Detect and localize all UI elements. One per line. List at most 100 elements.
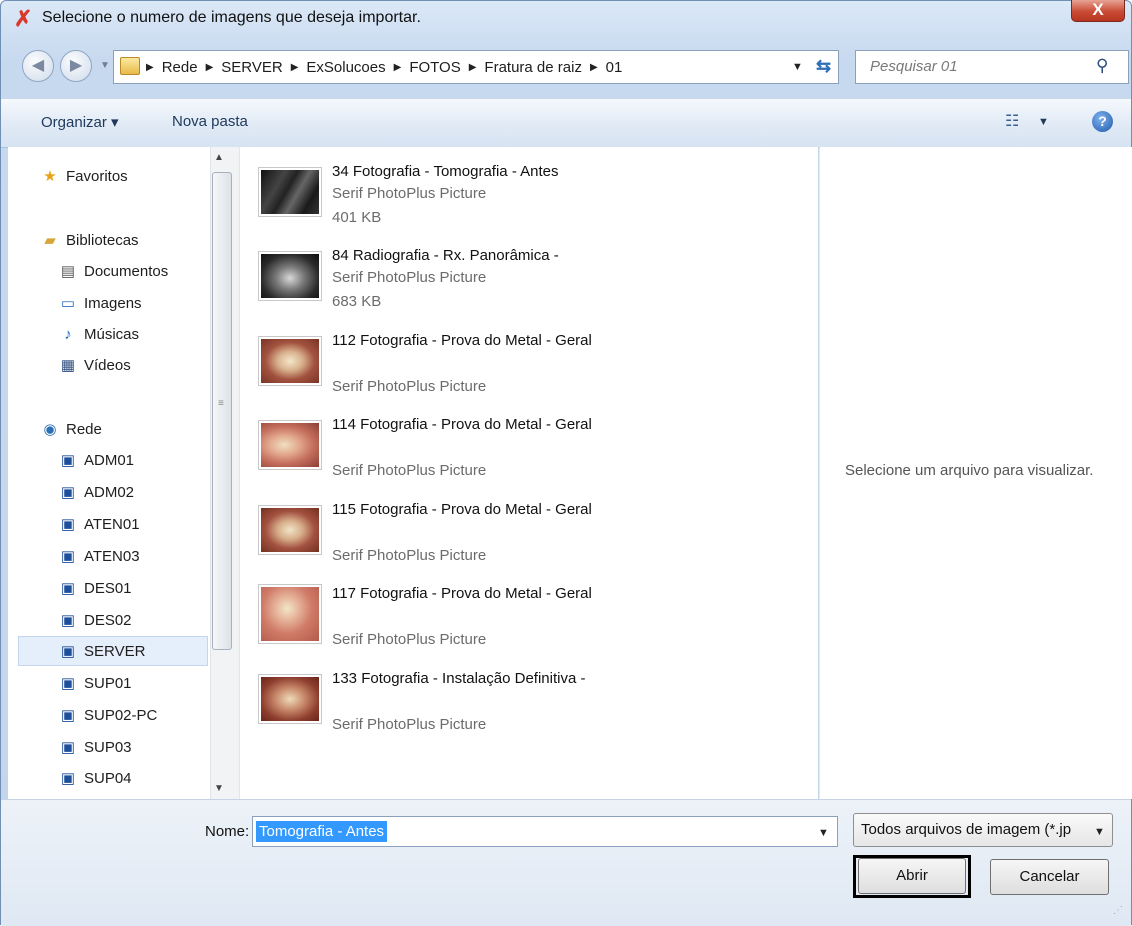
organize-button[interactable]: Organizar ▾ <box>41 113 119 131</box>
breadcrumb-item[interactable]: SERVER <box>221 59 282 76</box>
list-item[interactable]: 133 Fotografia - Instalação Definitiva -… <box>258 669 798 739</box>
file-type-dropdown-icon[interactable]: ▼ <box>1094 826 1105 838</box>
app-icon: ✗ <box>14 6 33 31</box>
sidebar-item-adm02[interactable]: ▣ ADM02 <box>58 478 134 508</box>
sidebar-item-server[interactable]: ▣ SERVER <box>18 636 208 666</box>
computer-icon: ▣ <box>60 770 76 787</box>
breadcrumb-item[interactable]: ExSolucoes <box>306 59 385 76</box>
file-name-label: Nome: <box>205 823 250 840</box>
file-name: 115 Fotografia - Prova do Metal - Geral <box>332 501 592 518</box>
window-title: Selecione o numero de imagens que deseja… <box>42 9 421 26</box>
sidebar-scrollbar-thumb[interactable] <box>212 172 232 650</box>
sidebar-item-label: Imagens <box>84 295 142 312</box>
computer-icon: ▣ <box>60 612 76 629</box>
list-item[interactable]: 112 Fotografia - Prova do Metal - Geral … <box>258 331 798 401</box>
sidebar-item-aten01[interactable]: ▣ ATEN01 <box>58 510 140 540</box>
breadcrumb-separator-icon[interactable]: ▶ <box>469 62 477 73</box>
forward-button[interactable]: ▶ <box>60 50 92 82</box>
search-placeholder[interactable]: Pesquisar 01 <box>870 58 958 75</box>
list-item[interactable]: 117 Fotografia - Prova do Metal - Geral … <box>258 584 798 654</box>
scroll-up-icon[interactable]: ▲ <box>214 152 224 163</box>
sidebar-item-images[interactable]: ▭ Imagens <box>58 289 142 319</box>
sidebar-item-label: SUP02-PC <box>84 707 158 724</box>
sidebar-item-label: DES02 <box>84 612 132 629</box>
close-button[interactable]: X <box>1071 0 1125 22</box>
address-dropdown-icon[interactable]: ▼ <box>792 61 803 73</box>
network-icon: ◉ <box>43 421 57 438</box>
file-type: Serif PhotoPlus Picture <box>332 185 487 202</box>
breadcrumb-separator-icon[interactable]: ▶ <box>206 62 214 73</box>
file-size: 683 KB <box>332 293 382 310</box>
file-name-value[interactable]: Tomografia - Antes <box>256 821 388 842</box>
recent-locations-dropdown[interactable]: ▼ <box>100 60 110 71</box>
file-thumbnail <box>258 336 322 386</box>
open-button[interactable]: Abrir <box>858 858 966 894</box>
scroll-down-icon[interactable]: ▼ <box>214 783 224 794</box>
sidebar-item-network[interactable]: ◉ Rede <box>40 415 102 445</box>
sidebar-item-des01[interactable]: ▣ DES01 <box>58 574 132 604</box>
scrollbar-grip-icon: ≡ <box>218 398 224 409</box>
sidebar-item-label: SERVER <box>84 643 146 660</box>
computer-icon: ▣ <box>60 452 76 469</box>
breadcrumb-item[interactable]: FOTOS <box>409 59 460 76</box>
new-folder-button[interactable]: Nova pasta <box>172 113 248 130</box>
sidebar-item-sup02-pc[interactable]: ▣ SUP02-PC <box>58 701 157 731</box>
library-icon: ▰ <box>44 232 56 249</box>
sidebar-item-label: Músicas <box>84 326 140 343</box>
computer-icon: ▣ <box>60 643 76 660</box>
sidebar-item-documents[interactable]: ▤ Documentos <box>58 257 168 287</box>
file-name: 133 Fotografia - Instalação Definitiva - <box>332 670 586 687</box>
sidebar-item-music[interactable]: ♪ Músicas <box>58 320 139 350</box>
sidebar-item-label: ADM02 <box>84 484 135 501</box>
sidebar-item-aten03[interactable]: ▣ ATEN03 <box>58 542 140 572</box>
sidebar-item-sup03[interactable]: ▣ SUP03 <box>58 733 132 763</box>
sidebar-item-label: Rede <box>66 421 102 438</box>
breadcrumb-item[interactable]: Fratura de raiz <box>484 59 582 76</box>
breadcrumb-separator-icon[interactable]: ▶ <box>590 62 598 73</box>
file-type: Serif PhotoPlus Picture <box>332 716 487 733</box>
file-type: Serif PhotoPlus Picture <box>332 631 487 648</box>
breadcrumb: ▶ Rede ▶ SERVER ▶ ExSolucoes ▶ FOTOS ▶ F… <box>146 59 622 76</box>
file-type-value[interactable]: Todos arquivos de imagem (*.jp <box>861 821 1085 838</box>
sidebar-item-label: SUP03 <box>84 739 132 756</box>
sidebar-item-libraries[interactable]: ▰ Bibliotecas <box>40 226 138 256</box>
sidebar-item-label: ATEN03 <box>84 548 140 565</box>
back-button[interactable]: ◀ <box>22 50 54 82</box>
file-name-dropdown-icon[interactable]: ▼ <box>818 827 829 839</box>
breadcrumb-item[interactable]: Rede <box>162 59 198 76</box>
list-item[interactable]: 34 Fotografia - Tomografia - Antes Serif… <box>258 162 798 232</box>
file-name: 84 Radiografia - Rx. Panorâmica - <box>332 247 559 264</box>
sidebar-item-videos[interactable]: ▦ Vídeos <box>58 351 131 381</box>
sidebar-item-sup01[interactable]: ▣ SUP01 <box>58 669 132 699</box>
refresh-icon[interactable]: ⇆ <box>816 56 831 77</box>
list-item[interactable]: 115 Fotografia - Prova do Metal - Geral … <box>258 500 798 570</box>
breadcrumb-separator-icon[interactable]: ▶ <box>394 62 402 73</box>
computer-icon: ▣ <box>60 707 76 724</box>
sidebar-item-favorites[interactable]: ★ Favoritos <box>40 162 127 192</box>
search-icon[interactable]: ⚲ <box>1096 56 1108 76</box>
view-options-icon[interactable]: ☷ <box>1005 111 1019 131</box>
breadcrumb-item[interactable]: 01 <box>606 59 623 76</box>
sidebar-item-label: Vídeos <box>84 357 131 374</box>
sidebar-item-sup04[interactable]: ▣ SUP04 <box>58 764 132 794</box>
file-thumbnail <box>258 674 322 724</box>
sidebar-item-label: ATEN01 <box>84 516 140 533</box>
resize-grip-icon[interactable]: ⋰ <box>1113 905 1123 916</box>
sidebar-item-adm01[interactable]: ▣ ADM01 <box>58 446 134 476</box>
sidebar-item-label: ADM01 <box>84 452 135 469</box>
file-thumbnail <box>258 420 322 470</box>
breadcrumb-separator-icon[interactable]: ▶ <box>291 62 299 73</box>
sidebar-item-des02[interactable]: ▣ DES02 <box>58 606 132 636</box>
view-dropdown-icon[interactable]: ▼ <box>1038 116 1049 128</box>
computer-icon: ▣ <box>60 739 76 756</box>
help-icon[interactable]: ? <box>1092 111 1113 132</box>
list-item[interactable]: 114 Fotografia - Prova do Metal - Geral … <box>258 415 798 485</box>
breadcrumb-separator-icon[interactable]: ▶ <box>146 62 154 73</box>
list-item[interactable]: 84 Radiografia - Rx. Panorâmica - Serif … <box>258 246 798 316</box>
computer-icon: ▣ <box>60 580 76 597</box>
image-icon: ▭ <box>60 295 76 312</box>
cancel-button[interactable]: Cancelar <box>990 859 1109 895</box>
file-name: 117 Fotografia - Prova do Metal - Geral <box>332 585 592 602</box>
computer-icon: ▣ <box>60 675 76 692</box>
file-type: Serif PhotoPlus Picture <box>332 269 487 286</box>
